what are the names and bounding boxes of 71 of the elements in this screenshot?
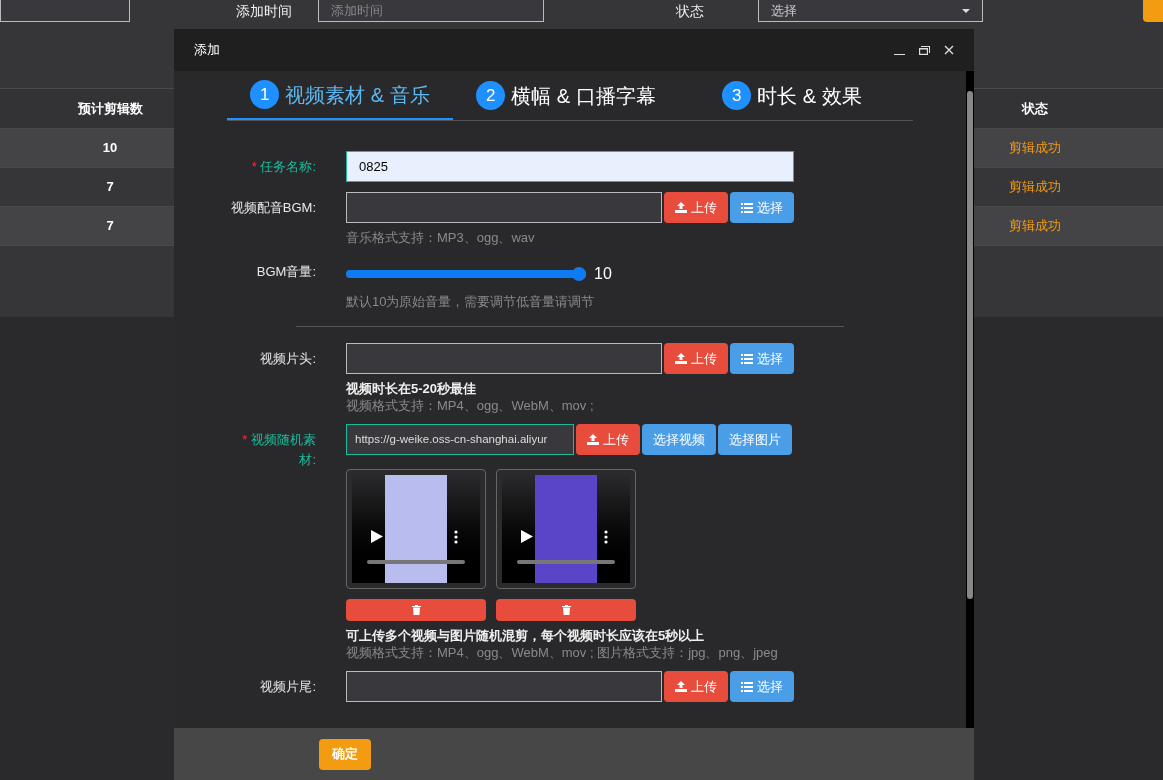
trash-icon bbox=[411, 605, 421, 615]
select-button[interactable]: 选择 bbox=[730, 192, 794, 223]
maximize-icon[interactable] bbox=[919, 45, 930, 55]
list-icon bbox=[741, 681, 753, 692]
select-button[interactable]: 选择视频 bbox=[642, 424, 716, 455]
video-player[interactable] bbox=[346, 469, 486, 589]
field-label: 视频片头: bbox=[259, 350, 316, 368]
status-text: 剪辑成功 bbox=[1008, 217, 1062, 236]
hint-text: 音乐格式支持：MP3、ogg、wav bbox=[346, 229, 536, 246]
filter-label: 状态 bbox=[676, 1, 705, 21]
column-header: 预计剪辑数 bbox=[76, 99, 144, 118]
slider-value: 10 bbox=[594, 263, 612, 284]
upload-icon bbox=[587, 434, 599, 445]
column-header: 状态 bbox=[1020, 99, 1049, 118]
input-field[interactable]: https://g-weike.oss-cn-shanghai.aliyur bbox=[346, 424, 574, 455]
step-number: 1 bbox=[250, 80, 280, 109]
hint-text: 视频格式支持：MP4、ogg、WebM、mov ; 图片格式支持：jpg、png、jpeg bbox=[346, 644, 779, 661]
dialog-title: 添加 bbox=[194, 41, 220, 60]
step-tab[interactable]: 3 时长 & 效果 bbox=[679, 71, 905, 120]
table-cell-text: 7 bbox=[105, 178, 115, 197]
input-field[interactable]: 0825 bbox=[346, 151, 794, 182]
hint-text: 视频时长在5-20秒最佳 bbox=[346, 380, 478, 397]
field-label: 视频配音BGM: bbox=[229, 199, 316, 217]
list-icon bbox=[741, 202, 753, 213]
status-text: 剪辑成功 bbox=[1008, 178, 1062, 197]
play-icon[interactable] bbox=[371, 530, 383, 543]
upload-button[interactable]: 上传 bbox=[664, 192, 728, 223]
status-text: 剪辑成功 bbox=[1008, 139, 1062, 158]
close-icon[interactable] bbox=[944, 45, 954, 55]
list-icon bbox=[741, 353, 753, 364]
table-cell-text: 7 bbox=[105, 217, 115, 236]
hint-text: 默认10为原始音量，需要调节低音量请调节 bbox=[346, 293, 596, 310]
trash-icon bbox=[561, 605, 571, 615]
more-icon[interactable] bbox=[454, 530, 458, 544]
upload-button[interactable]: 上传 bbox=[664, 671, 728, 702]
slider-thumb[interactable] bbox=[572, 266, 586, 281]
progress-track[interactable] bbox=[517, 560, 615, 564]
select-button[interactable]: 选择图片 bbox=[718, 424, 792, 455]
more-icon[interactable] bbox=[604, 530, 608, 544]
play-icon[interactable] bbox=[521, 530, 533, 543]
select-button[interactable]: 选择 bbox=[730, 343, 794, 374]
upload-button[interactable]: 上传 bbox=[664, 343, 728, 374]
field-label: BGM音量: bbox=[255, 263, 316, 281]
progress-track[interactable] bbox=[367, 560, 465, 564]
field-label: * 任务名称: bbox=[250, 158, 316, 176]
input-field[interactable] bbox=[346, 192, 662, 223]
upload-icon bbox=[675, 202, 687, 213]
select-dropdown[interactable]: 选择 bbox=[758, 0, 983, 22]
input-field[interactable] bbox=[346, 343, 662, 374]
slider[interactable] bbox=[346, 266, 586, 281]
scrollbar[interactable] bbox=[966, 71, 974, 728]
filter-label: 添加时间 bbox=[236, 1, 293, 21]
select-button[interactable]: 选择 bbox=[730, 671, 794, 702]
input-field[interactable] bbox=[346, 671, 662, 702]
hint-text: 视频格式支持：MP4、ogg、WebM、mov ; bbox=[346, 397, 595, 414]
input-field[interactable]: 添加时间 bbox=[318, 0, 544, 22]
field-label: 视频片尾: bbox=[259, 678, 316, 696]
step-number: 2 bbox=[476, 81, 506, 110]
table-cell-text: 10 bbox=[101, 139, 119, 158]
upload-icon bbox=[675, 681, 687, 692]
input-field[interactable] bbox=[0, 0, 130, 22]
hint-text: 可上传多个视频与图片随机混剪，每个视频时长应该在5秒以上 bbox=[346, 627, 706, 644]
caret-icon bbox=[962, 8, 970, 13]
upload-button[interactable]: 上传 bbox=[576, 424, 640, 455]
step-tab[interactable]: 1 视频素材 & 音乐 bbox=[227, 71, 453, 120]
confirm-button[interactable]: 确定 bbox=[319, 738, 371, 770]
upload-icon bbox=[675, 353, 687, 364]
step-number: 3 bbox=[722, 81, 752, 110]
field-label: * 视频随机素材: bbox=[241, 431, 316, 469]
step-tab[interactable]: 2 横幅 & 口播字幕 bbox=[453, 71, 679, 120]
video-player[interactable] bbox=[496, 469, 636, 589]
